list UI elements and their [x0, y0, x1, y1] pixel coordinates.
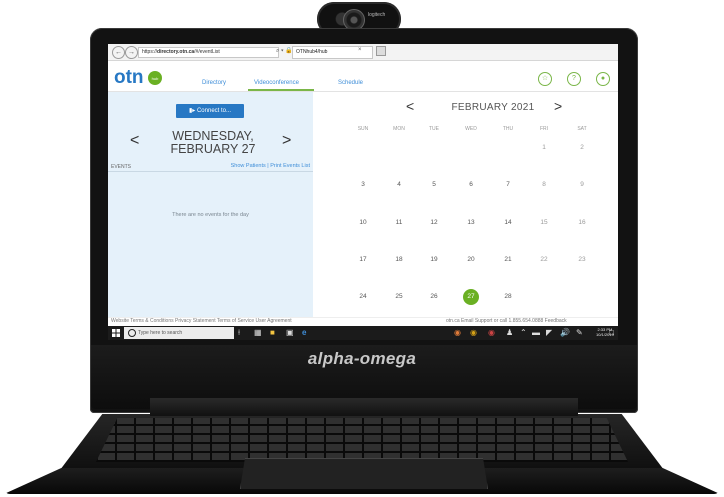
url-host: directory.otn.ca [157, 49, 195, 55]
otn-logo[interactable]: otn hub [114, 66, 164, 88]
calendar-day[interactable]: 21 [496, 256, 520, 263]
tray-app-icon[interactable]: ◉ [454, 328, 461, 338]
calendar-day[interactable]: 19 [422, 256, 446, 263]
calendar-day[interactable]: 2 [570, 144, 594, 151]
address-bar[interactable]: https://directory.otn.ca/#/eventList [138, 47, 279, 58]
task-view-icon[interactable]: ▦ [254, 328, 262, 338]
battery-icon[interactable]: ▬ [532, 328, 540, 338]
laptop-brand: alpha-omega [307, 349, 417, 368]
logo-sub: hub [152, 76, 159, 81]
tray-people-icon[interactable]: ◉ [470, 328, 477, 338]
calendar-day[interactable]: 1 [532, 144, 556, 151]
tab-title: OTNhub4/hub [296, 49, 328, 55]
edge-browser-icon[interactable]: e [302, 328, 306, 338]
chat-icon[interactable]: ? [567, 72, 581, 86]
calendar-day[interactable]: 11 [387, 219, 411, 226]
calendar-day[interactable]: 25 [387, 293, 411, 300]
weekday-header: SAT [577, 126, 587, 132]
calendar-day[interactable]: 16 [570, 219, 594, 226]
footer-support-links[interactable]: otn.ca Email Support or call 1.855.654.0… [446, 318, 567, 324]
connect-to-button[interactable]: ▮▸ Connect to... [176, 104, 244, 118]
events-label: EVENTS [111, 164, 132, 170]
touchpad [240, 458, 488, 489]
day-panel [108, 92, 313, 317]
calendar-day[interactable]: 22 [532, 256, 556, 263]
calendar-day[interactable]: 9 [570, 181, 594, 188]
calendar-day[interactable]: 24 [351, 293, 375, 300]
calendar-day[interactable]: 5 [422, 181, 446, 188]
star-icon[interactable]: ☆ [538, 72, 552, 86]
calendar-day-today[interactable]: 27 [463, 289, 479, 305]
tray-person-icon[interactable]: ♟ [506, 328, 513, 338]
weekday-header: MON [393, 126, 405, 132]
taskbar-search-placeholder: Type here to search [138, 330, 183, 336]
connect-to-label: Connect to... [196, 108, 231, 114]
calendar-day[interactable]: 6 [459, 181, 483, 188]
day-title-date: FEBRUARY 27 [170, 142, 256, 156]
calendar-day[interactable]: 26 [422, 293, 446, 300]
menu-schedule[interactable]: Schedule [338, 80, 363, 86]
logo-text: otn [114, 67, 144, 88]
cortana-icon [128, 329, 136, 337]
laptop-screen: ← → https://directory.otn.ca/#/eventList… [108, 44, 618, 340]
calendar-day[interactable]: 28 [496, 293, 520, 300]
store-icon[interactable]: ▣ [286, 328, 294, 338]
laptop-hinge [150, 398, 578, 416]
calendar-day[interactable]: 18 [387, 256, 411, 263]
calendar-day[interactable]: 14 [496, 219, 520, 226]
divider [108, 171, 313, 172]
new-tab-icon[interactable] [376, 46, 386, 56]
keyboard [96, 418, 628, 462]
next-day-button[interactable]: > [282, 132, 291, 150]
weekday-header: WED [465, 126, 477, 132]
forward-icon[interactable]: → [125, 46, 138, 59]
volume-icon[interactable]: 🔊 [560, 328, 570, 338]
previous-month-button[interactable]: < [406, 98, 414, 114]
calendar-day[interactable]: 4 [387, 181, 411, 188]
weekday-header: TUE [429, 126, 439, 132]
weekday-header: THU [502, 126, 514, 132]
events-links[interactable]: Show Patients | Print Events List [208, 163, 310, 169]
calendar-day[interactable]: 12 [422, 219, 446, 226]
weekday-header: FRI [539, 126, 549, 132]
selected-day-title: WEDNESDAY, FEBRUARY 27 [158, 130, 268, 156]
calendar-day[interactable]: 13 [459, 219, 483, 226]
url-prefix: https:// [142, 49, 158, 55]
next-month-button[interactable]: > [554, 98, 562, 114]
pen-icon[interactable]: ✎ [576, 328, 583, 338]
microphone-icon[interactable]: ⍿ [238, 328, 240, 338]
active-menu-underline [248, 89, 314, 91]
footer-legal-links[interactable]: Website Terms & Conditions Privacy State… [111, 318, 292, 324]
file-explorer-icon[interactable]: ■ [270, 328, 275, 338]
menu-directory[interactable]: Directory [202, 80, 226, 86]
calendar-day[interactable]: 17 [351, 256, 375, 263]
url-path: /#/eventList [194, 49, 220, 55]
calendar-day[interactable]: 7 [496, 181, 520, 188]
calendar-day[interactable]: 8 [532, 181, 556, 188]
network-icon[interactable]: ◤ [546, 328, 552, 338]
calendar-month-title: FEBRUARY 2021 [451, 102, 535, 113]
video-camera-icon: ▮▸ [188, 108, 197, 114]
calendar-day[interactable]: 23 [570, 256, 594, 263]
menu-videoconference[interactable]: Videoconference [254, 80, 299, 86]
webcam-label: logitech [368, 12, 386, 18]
calendar-day[interactable]: 10 [351, 219, 375, 226]
windows-start-icon[interactable] [112, 329, 120, 337]
weekday-header: SUN [357, 126, 369, 132]
calendar-day[interactable]: 15 [532, 219, 556, 226]
tray-chevron-icon[interactable]: ⌃ [520, 328, 527, 338]
user-icon[interactable]: ● [596, 72, 610, 86]
notifications-icon[interactable]: □ [609, 328, 614, 338]
no-events-message: There are no events for the day [172, 212, 249, 218]
tray-chrome-icon[interactable]: ◉ [488, 328, 495, 338]
calendar-day[interactable]: 3 [351, 181, 375, 188]
back-icon[interactable]: ← [112, 46, 125, 59]
previous-day-button[interactable]: < [130, 132, 139, 150]
calendar-day[interactable]: 20 [459, 256, 483, 263]
tab-close-icon[interactable]: × [358, 47, 362, 53]
